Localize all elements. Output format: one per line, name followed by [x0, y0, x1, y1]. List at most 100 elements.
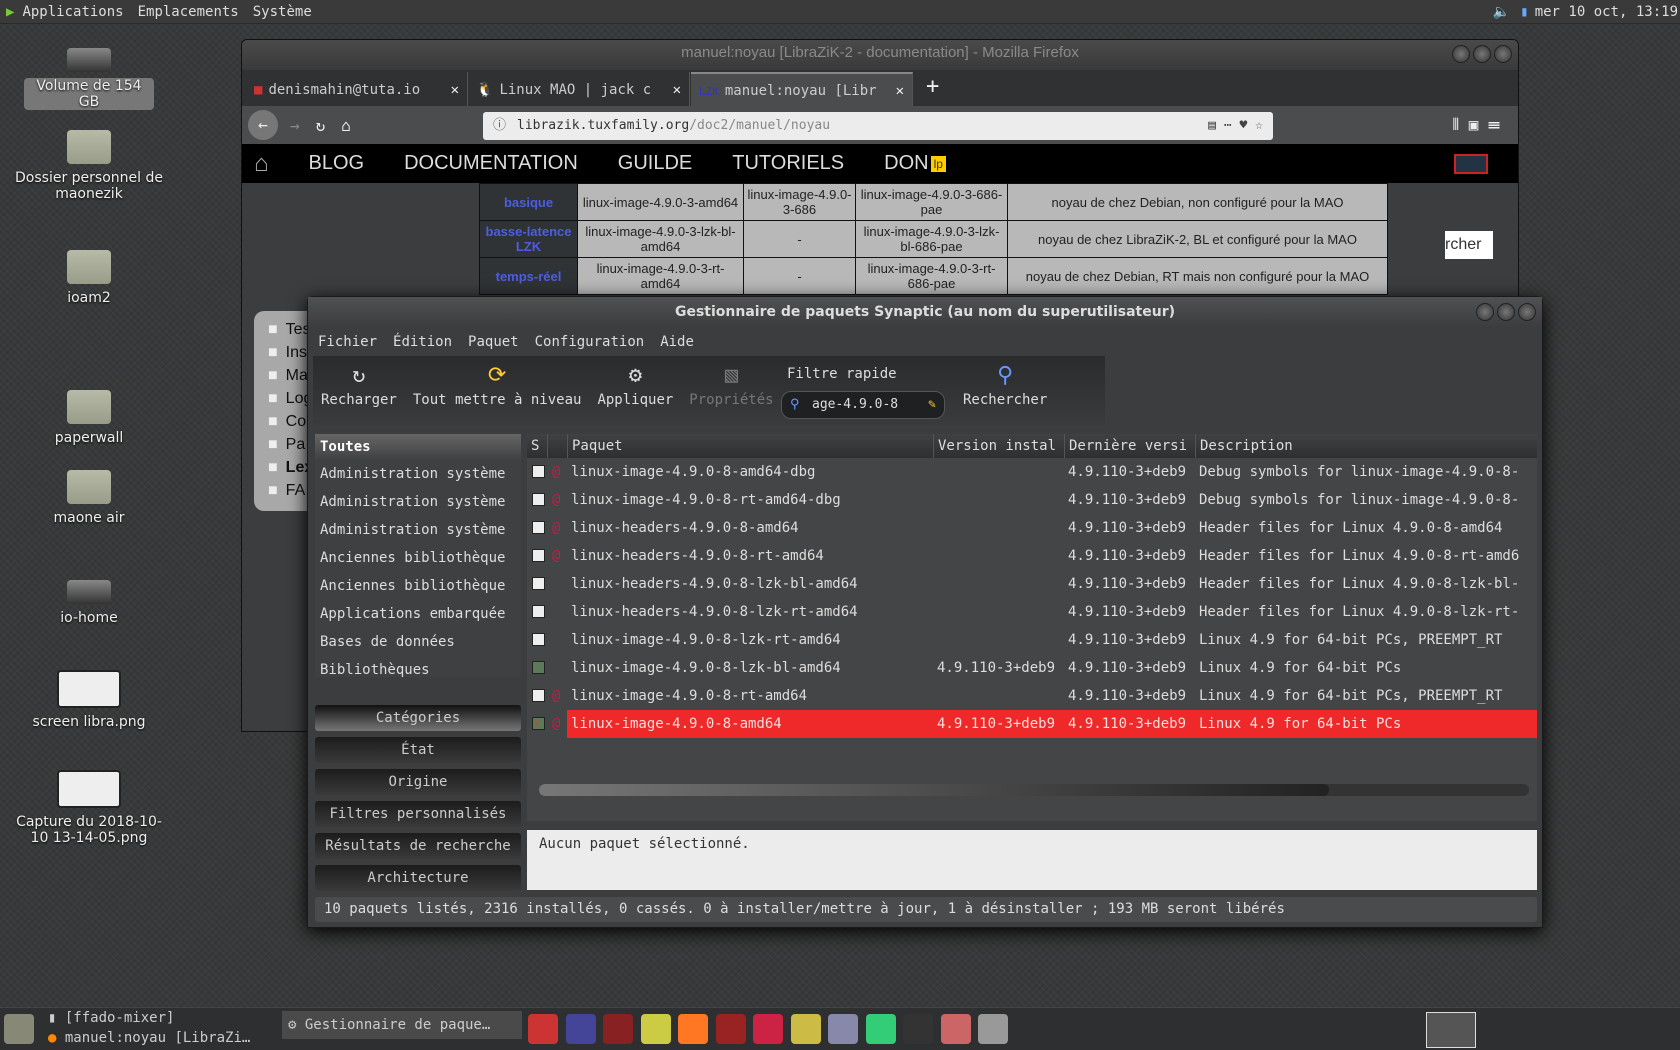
- table-cell[interactable]: temps-réel: [479, 257, 578, 295]
- nav-documentation[interactable]: DOCUMENTATION: [404, 152, 578, 175]
- category-item[interactable]: Bases de données: [315, 628, 521, 656]
- pen-icon[interactable]: [790, 1014, 821, 1044]
- apply-button[interactable]: ⚙ Appliquer: [589, 356, 681, 425]
- status-checkbox[interactable]: [532, 577, 545, 590]
- horizontal-scrollbar[interactable]: [539, 784, 1529, 796]
- home-button[interactable]: ⌂: [341, 116, 351, 135]
- back-button[interactable]: ←: [248, 110, 278, 140]
- menu-applications[interactable]: Applications: [22, 4, 123, 20]
- close-button[interactable]: [1494, 45, 1512, 63]
- filter-button[interactable]: Résultats de recherche: [315, 833, 521, 859]
- nav-blog[interactable]: BLOG: [309, 152, 365, 175]
- page-actions[interactable]: ▤ ⋯ ♥ ☆: [1208, 112, 1263, 140]
- category-item[interactable]: Bibliothèques: [315, 656, 521, 677]
- task-ffado-mixer[interactable]: ▮ [ffado-mixer]: [48, 1010, 174, 1026]
- col-latest-version[interactable]: Dernière versi: [1064, 434, 1195, 458]
- desktop-icon[interactable]: screen libra.png: [14, 670, 164, 730]
- uk-flag-icon[interactable]: [1454, 153, 1488, 174]
- clock[interactable]: mer 10 oct, 13:19: [1535, 4, 1678, 20]
- workspace-switcher[interactable]: [1426, 1012, 1476, 1048]
- close-button[interactable]: [1518, 303, 1536, 321]
- firefox-icon[interactable]: [678, 1014, 708, 1044]
- headphones-icon[interactable]: [865, 1014, 896, 1044]
- package-row[interactable]: linux-headers-4.9.0-8-lzk-rt-amd64 4.9.11…: [527, 598, 1537, 626]
- forward-button[interactable]: →: [290, 116, 300, 135]
- quick-filter-input[interactable]: ⚲ age-4.9.0-8 ✎: [781, 391, 945, 419]
- properties-button[interactable]: ▧ Propriétés: [681, 356, 781, 425]
- nav-don[interactable]: DON: [884, 152, 928, 175]
- category-item[interactable]: Administration système: [315, 488, 521, 516]
- minimize-button[interactable]: [1476, 303, 1494, 321]
- category-item[interactable]: Administration système: [315, 460, 521, 488]
- screenshot-icon[interactable]: [978, 1014, 1008, 1044]
- category-item[interactable]: Anciennes bibliothèque: [315, 572, 521, 600]
- menu-paquet[interactable]: Paquet: [468, 329, 519, 355]
- home-icon[interactable]: ⌂: [254, 150, 269, 178]
- status-checkbox[interactable]: [532, 521, 545, 534]
- menu-fichier[interactable]: Fichier: [318, 329, 377, 355]
- clear-broom-icon[interactable]: ✎: [928, 392, 936, 418]
- terminal-icon[interactable]: [903, 1014, 933, 1044]
- close-tab-icon[interactable]: ✕: [451, 82, 459, 98]
- desktop-icon[interactable]: Dossier personnel de maonezik: [14, 130, 164, 202]
- search-button[interactable]: rcher: [1445, 231, 1493, 259]
- liberapay-icon[interactable]: lp: [930, 155, 946, 172]
- desktop-icon[interactable]: Capture du 2018-10-10 13-14-05.png: [14, 770, 164, 846]
- package-row[interactable]: @ linux-image-4.9.0-8-rt-amd64 4.9.110-3+d…: [527, 682, 1537, 710]
- menu-configuration[interactable]: Configuration: [535, 329, 645, 355]
- table-cell[interactable]: basse-latence LZK: [479, 220, 578, 258]
- desktop-icon[interactable]: maone air: [14, 470, 164, 526]
- ardour-icon[interactable]: [753, 1014, 783, 1044]
- package-row[interactable]: linux-image-4.9.0-8-lzk-rt-amd64 4.9.110-…: [527, 626, 1537, 654]
- package-list[interactable]: S Paquet Version instal Dernière versi D…: [527, 434, 1537, 821]
- tab-active[interactable]: LZK manuel:noyau [Libr ✕: [691, 72, 913, 108]
- category-item[interactable]: Administration système: [315, 516, 521, 544]
- nav-guilde[interactable]: GUILDE: [618, 152, 692, 175]
- filter-button[interactable]: Architecture: [315, 865, 521, 891]
- nav-tutoriels[interactable]: TUTORIELS: [732, 152, 844, 175]
- status-checkbox[interactable]: [532, 465, 545, 478]
- terminal-red-icon[interactable]: [603, 1014, 633, 1044]
- col-support[interactable]: [547, 434, 567, 458]
- reload-button[interactable]: ↻: [316, 116, 326, 135]
- ffado-icon[interactable]: [528, 1014, 558, 1044]
- package-row[interactable]: @ linux-image-4.9.0-8-rt-amd64-dbg 4.9.110…: [527, 486, 1537, 514]
- distro-logo-icon[interactable]: ▶: [6, 4, 14, 20]
- category-list[interactable]: Toutes Administration système Administrat…: [315, 434, 521, 677]
- desktop-icon[interactable]: io-home: [14, 572, 164, 626]
- menu-edition[interactable]: Édition: [393, 329, 452, 355]
- desktop-icon[interactable]: paperwall: [14, 390, 164, 446]
- status-checkbox[interactable]: [532, 661, 545, 674]
- status-checkbox[interactable]: [532, 605, 545, 618]
- package-row[interactable]: @ linux-headers-4.9.0-8-rt-amd64 4.9.110-3…: [527, 542, 1537, 570]
- package-row[interactable]: linux-headers-4.9.0-8-lzk-bl-amd64 4.9.11…: [527, 570, 1537, 598]
- url-bar[interactable]: ⓘ librazik.tuxfamily.org/doc2/manuel/noya…: [483, 112, 1273, 140]
- task-synaptic-active[interactable]: ⚙ Gestionnaire de paque…: [282, 1011, 522, 1039]
- package-row[interactable]: @ linux-image-4.9.0-8-amd64-dbg 4.9.110-3+…: [527, 458, 1537, 486]
- close-tab-icon[interactable]: ✕: [673, 82, 681, 98]
- menu-systeme[interactable]: Système: [253, 4, 312, 20]
- maximize-button[interactable]: [1497, 303, 1515, 321]
- status-checkbox[interactable]: [532, 549, 545, 562]
- status-checkbox[interactable]: [532, 493, 545, 506]
- status-checkbox[interactable]: ✕: [532, 717, 545, 730]
- filter-button[interactable]: État: [315, 737, 521, 763]
- menu-aide[interactable]: Aide: [660, 329, 694, 355]
- category-item[interactable]: Applications embarquée: [315, 600, 521, 628]
- show-desktop-icon[interactable]: [4, 1014, 34, 1044]
- reload-button[interactable]: ↻ Recharger: [313, 356, 405, 425]
- col-description[interactable]: Description: [1195, 434, 1537, 458]
- tab[interactable]: ■ denismahin@tuta.io ✕: [246, 72, 468, 108]
- category-item[interactable]: Anciennes bibliothèque: [315, 544, 521, 572]
- window-controls[interactable]: [1452, 45, 1512, 63]
- video-icon[interactable]: [828, 1014, 858, 1044]
- desktop-icon[interactable]: ioam2: [14, 250, 164, 306]
- package-icon[interactable]: [940, 1014, 971, 1044]
- col-status[interactable]: S: [527, 434, 547, 458]
- col-installed-version[interactable]: Version instal: [933, 434, 1064, 458]
- maximize-button[interactable]: [1473, 45, 1491, 63]
- table-cell[interactable]: basique: [479, 183, 578, 221]
- status-checkbox[interactable]: [532, 689, 545, 702]
- tab[interactable]: 🐧 Linux MAO | jack c ✕: [468, 72, 690, 108]
- window-controls[interactable]: [1476, 303, 1536, 321]
